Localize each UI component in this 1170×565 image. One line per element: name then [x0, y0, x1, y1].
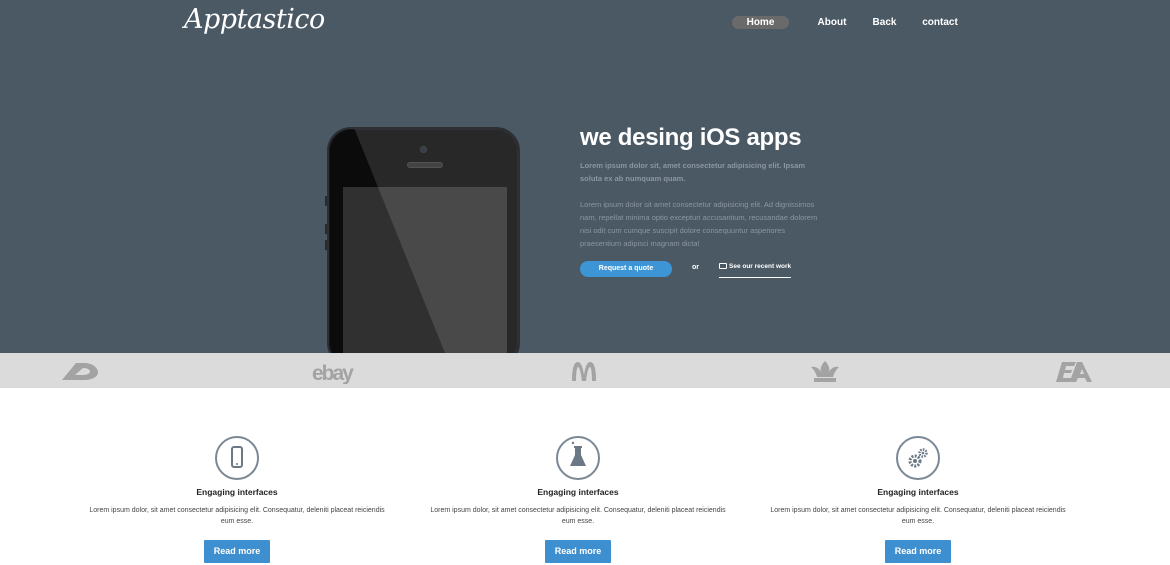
recent-work-label: See our recent work [729, 263, 792, 270]
gears-icon [896, 436, 940, 480]
read-more-button[interactable]: Read more [885, 540, 951, 563]
or-label: or [692, 264, 699, 271]
phone-icon [215, 436, 259, 480]
hero-body: Lorem ipsum dolor sit amet consectetur a… [580, 200, 818, 248]
hero-lead: Lorem ipsum dolor sit, amet consectetur … [580, 161, 806, 183]
svg-text:ebay: ebay [312, 362, 354, 384]
feature-title: Engaging interfaces [196, 487, 278, 497]
flask-icon [556, 436, 600, 480]
feature-text: Lorem ipsum dolor, sit amet consectetur … [430, 507, 726, 525]
feature-title: Engaging interfaces [877, 487, 959, 497]
deviantart-logo [58, 358, 102, 384]
hero-section: Apptastico Home About Back contact we de… [0, 0, 1170, 353]
site-logo[interactable]: Apptastico [184, 4, 325, 35]
brand-strip: ebay [0, 353, 1170, 388]
recent-work-link[interactable]: See our recent work [719, 262, 792, 278]
monitor-icon [719, 263, 727, 269]
nav-back[interactable]: Back [872, 16, 897, 29]
nav-contact[interactable]: contact [922, 16, 958, 29]
request-quote-button[interactable]: Request a quote [580, 261, 672, 277]
iphone-image [327, 127, 520, 353]
nav-about[interactable]: About [816, 16, 848, 29]
mcdonalds-logo [570, 358, 598, 384]
read-more-button[interactable]: Read more [545, 540, 611, 563]
adidas-logo [806, 358, 844, 384]
nav-home[interactable]: Home [732, 16, 789, 29]
feature-text: Lorem ipsum dolor, sit amet consectetur … [770, 507, 1066, 525]
feature-text: Lorem ipsum dolor, sit amet consectetur … [89, 507, 385, 525]
ea-logo [1052, 358, 1096, 384]
hero-headline: we desing iOS apps [580, 124, 802, 151]
read-more-button[interactable]: Read more [204, 540, 270, 563]
feature-title: Engaging interfaces [537, 487, 619, 497]
ebay-logo: ebay [308, 358, 364, 385]
